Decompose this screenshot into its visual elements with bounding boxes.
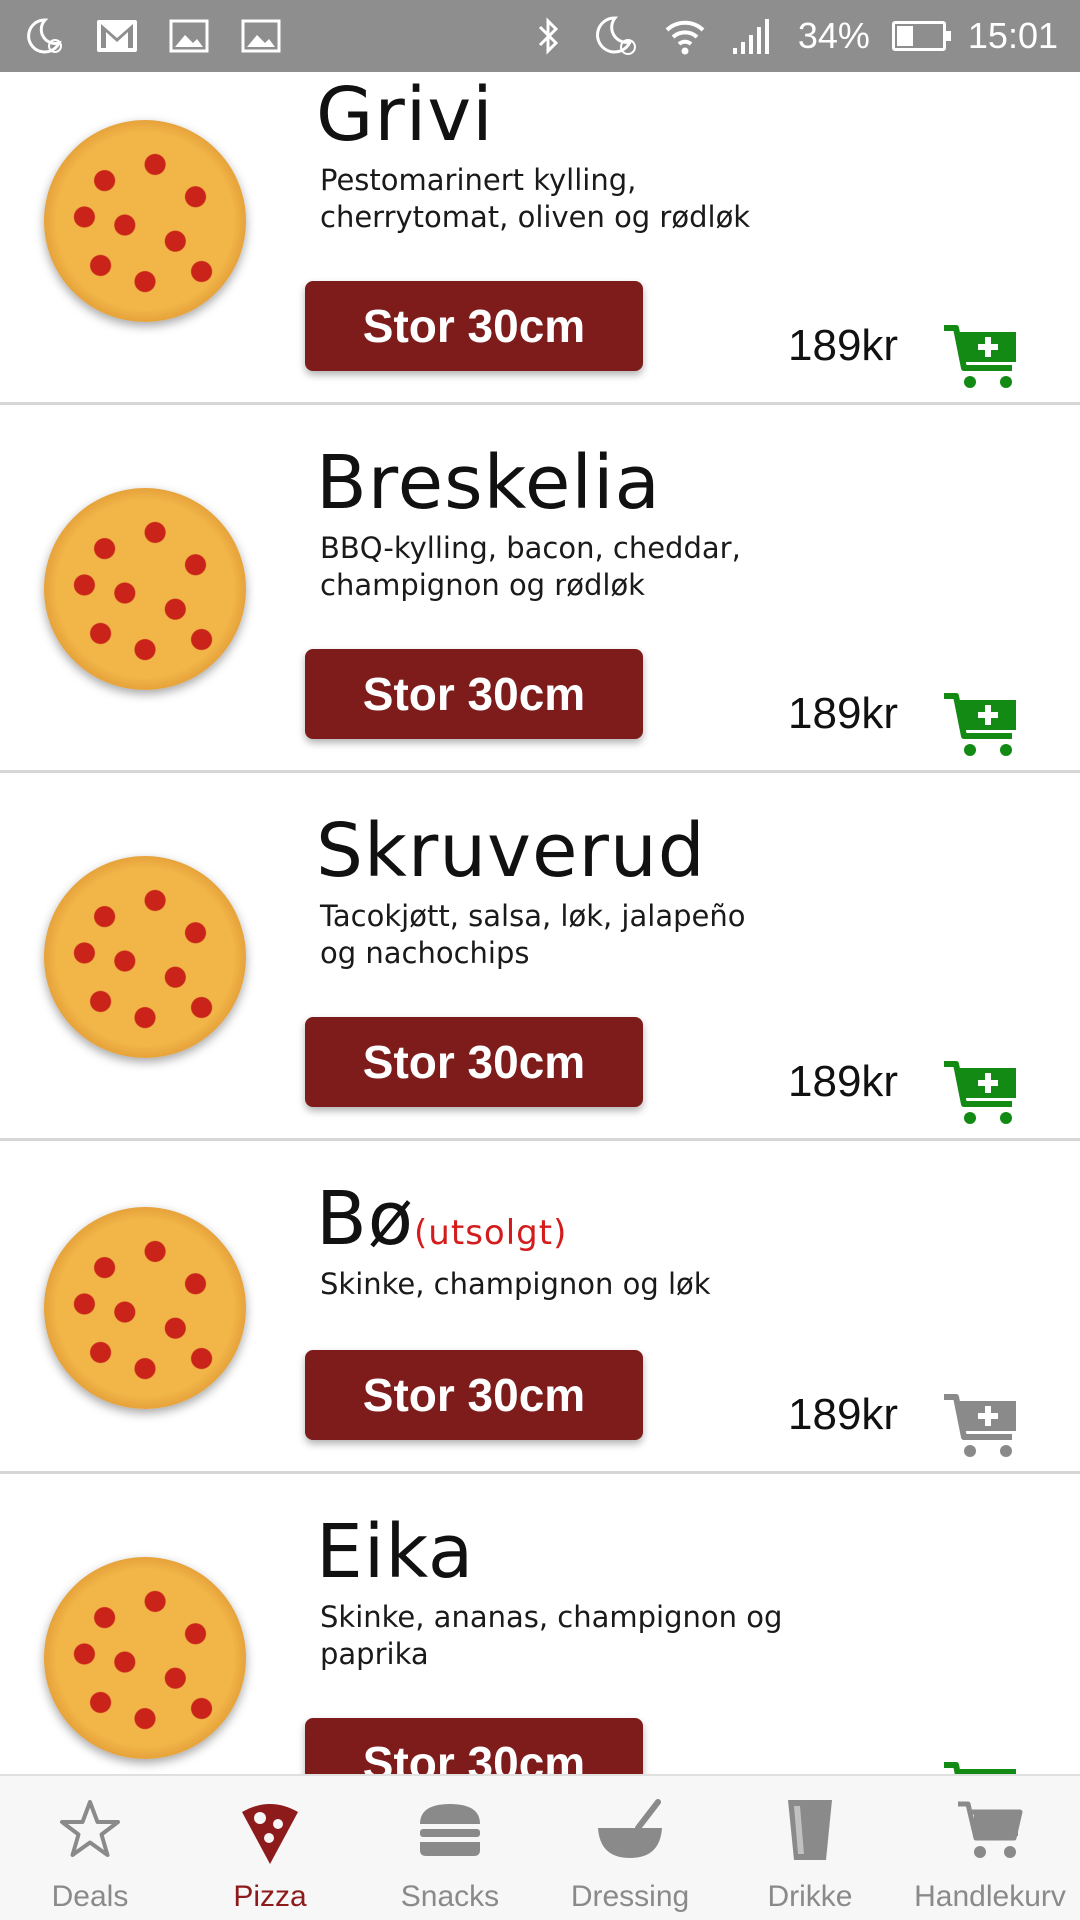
wifi-icon xyxy=(662,13,708,59)
do-not-disturb-icon xyxy=(22,13,68,59)
soldout-label: (utsolgt) xyxy=(414,1213,568,1253)
burger-icon xyxy=(414,1794,486,1866)
bowl-icon xyxy=(594,1794,666,1866)
gmail-icon xyxy=(94,13,140,59)
nav-dressing[interactable]: Dressing xyxy=(540,1776,720,1920)
item-name: Eika xyxy=(316,1509,475,1595)
gallery-icon xyxy=(166,13,212,59)
item-price: 189kr xyxy=(788,1057,899,1106)
list-item: Eika Skinke, ananas, champignon og papri… xyxy=(0,1474,1080,1774)
nav-label: Dressing xyxy=(570,1880,690,1913)
pizza-image xyxy=(44,488,246,690)
item-description: BBQ-kylling, bacon, cheddar, champignon … xyxy=(320,531,741,602)
item-description: Tacokjøtt, salsa, løk, jalapeño og nacho… xyxy=(320,899,746,970)
item-name: Breskelia xyxy=(316,440,661,526)
battery-icon xyxy=(891,21,951,51)
alarm-moon-icon xyxy=(594,13,640,59)
size-button[interactable]: Stor 30cm xyxy=(305,1017,643,1107)
pizza-image xyxy=(44,120,246,322)
add-to-cart-icon[interactable] xyxy=(942,690,1022,760)
nav-snacks[interactable]: Snacks xyxy=(360,1776,540,1920)
nav-label: Pizza xyxy=(233,1880,307,1913)
list-item: Grivi Pestomarinert kylling, cherrytomat… xyxy=(0,72,1080,405)
nav-label: Snacks xyxy=(400,1880,500,1913)
pizza-image xyxy=(44,1207,246,1409)
add-to-cart-icon[interactable] xyxy=(942,1391,1022,1461)
add-to-cart-icon[interactable] xyxy=(942,1759,1022,1774)
nav-label: Handlekurv xyxy=(914,1880,1066,1913)
gallery-icon xyxy=(238,13,284,59)
item-name: Skruverud xyxy=(316,808,706,894)
star-icon xyxy=(54,1794,126,1866)
pizza-icon xyxy=(234,1794,306,1866)
clock: 15:01 xyxy=(967,15,1058,56)
item-description: Skinke, champignon og løk xyxy=(320,1267,711,1301)
list-item: Breskelia BBQ-kylling, bacon, cheddar, c… xyxy=(0,405,1080,773)
list-item: Bø(utsolgt) Skinke, champignon og løk St… xyxy=(0,1141,1080,1474)
size-button[interactable]: Stor 30cm xyxy=(305,281,643,371)
item-price: 189kr xyxy=(788,1390,899,1439)
item-price: 189kr xyxy=(788,321,899,370)
nav-handlekurv[interactable]: Handlekurv xyxy=(900,1776,1080,1920)
cart-icon xyxy=(954,1794,1026,1866)
pizza-image xyxy=(44,856,246,1058)
nav-deals[interactable]: Deals xyxy=(0,1776,180,1920)
item-description: Skinke, ananas, champignon og paprika xyxy=(320,1600,783,1671)
battery-percent: 34% xyxy=(797,15,870,56)
add-to-cart-icon[interactable] xyxy=(942,1058,1022,1128)
signal-icon xyxy=(730,13,776,59)
item-name: Grivi xyxy=(316,72,494,158)
size-button[interactable]: Stor 30cm xyxy=(305,1350,643,1440)
pizza-image xyxy=(44,1557,246,1759)
size-button[interactable]: Stor 30cm xyxy=(305,649,643,739)
menu-list[interactable]: Grivi Pestomarinert kylling, cherrytomat… xyxy=(0,72,1080,1774)
bluetooth-icon xyxy=(526,13,572,59)
status-bar: 34% 15:01 xyxy=(0,0,1080,72)
nav-label: Drikke xyxy=(767,1880,853,1913)
size-button[interactable]: Stor 30cm xyxy=(305,1718,643,1774)
nav-pizza[interactable]: Pizza xyxy=(180,1776,360,1920)
item-price: 189kr xyxy=(788,689,899,738)
glass-icon xyxy=(774,1794,846,1866)
list-item: Skruverud Tacokjøtt, salsa, løk, jalapeñ… xyxy=(0,773,1080,1141)
add-to-cart-icon[interactable] xyxy=(942,322,1022,392)
nav-label: Deals xyxy=(51,1880,129,1913)
item-description: Pestomarinert kylling, cherrytomat, oliv… xyxy=(320,163,751,234)
nav-drikke[interactable]: Drikke xyxy=(720,1776,900,1920)
item-name: Bø(utsolgt) xyxy=(316,1176,568,1262)
bottom-navigation: Deals Pizza Snacks Dressing Drikke Handl… xyxy=(0,1774,1080,1920)
